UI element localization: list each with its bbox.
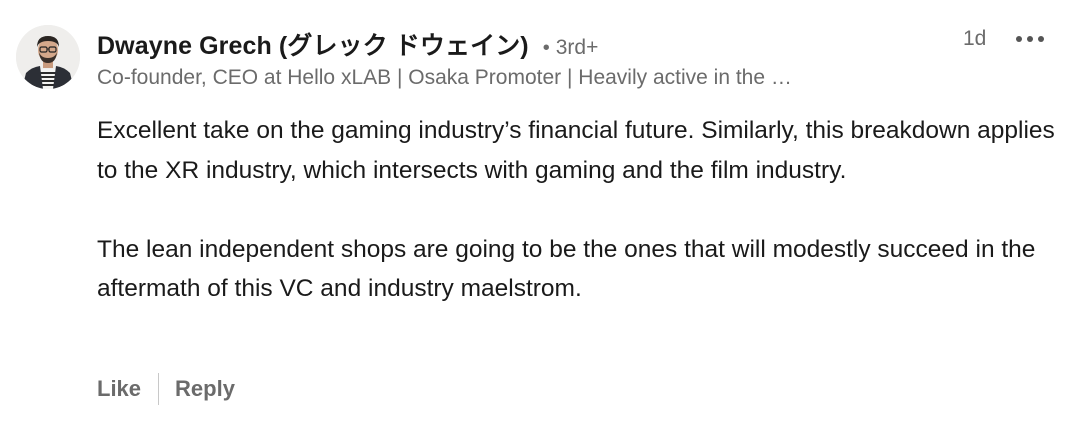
like-button[interactable]: Like	[97, 376, 141, 402]
comment-paragraph: Excellent take on the gaming industry’s …	[97, 117, 1055, 184]
person-avatar-icon	[16, 25, 80, 89]
author-name-row: Dwayne Grech (グレック ドウェイン) • 3rd+	[97, 26, 1088, 62]
action-divider	[158, 373, 160, 405]
degree-separator: •	[542, 37, 550, 59]
more-options-button[interactable]	[1012, 26, 1048, 52]
author-avatar[interactable]	[16, 25, 80, 89]
comment-card: Dwayne Grech (グレック ドウェイン) • 3rd+ Co-foun…	[0, 0, 1088, 436]
comment-body: Excellent take on the gaming industry’s …	[97, 111, 1057, 309]
more-options-icon	[1016, 36, 1044, 42]
comment-paragraph: The lean independent shops are going to …	[97, 235, 1036, 303]
comment-timestamp: 1d	[963, 27, 987, 50]
comment-header: Dwayne Grech (グレック ドウェイン) • 3rd+ Co-foun…	[97, 26, 1088, 90]
comment-actions: Like Reply	[97, 372, 235, 406]
author-headline[interactable]: Co-founder, CEO at Hello xLAB | Osaka Pr…	[97, 66, 927, 90]
author-name[interactable]: Dwayne Grech (グレック ドウェイン)	[97, 26, 529, 62]
connection-degree: 3rd+	[555, 36, 599, 59]
reply-button[interactable]: Reply	[175, 376, 235, 402]
